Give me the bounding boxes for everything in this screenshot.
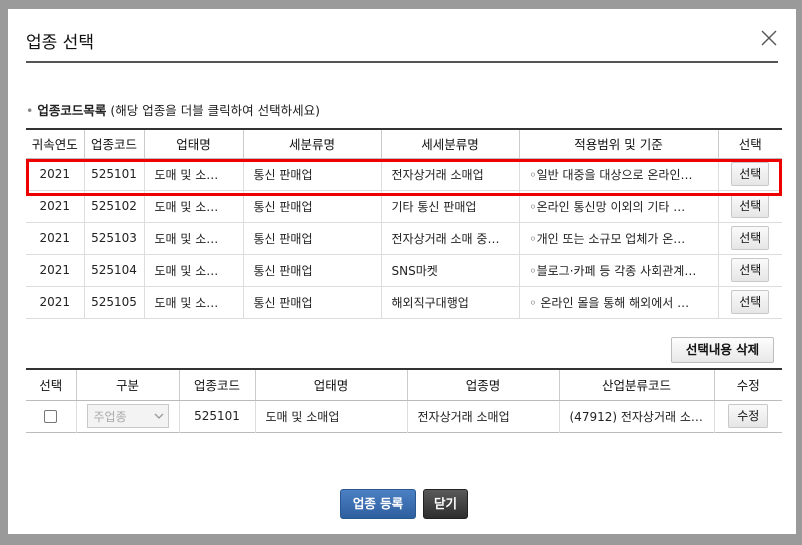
- header-divider: [26, 61, 778, 63]
- code-list-title: 업종코드목록: [37, 103, 107, 118]
- col-business: 업태명: [255, 369, 408, 401]
- col-check: 선택: [26, 369, 77, 401]
- industry-select-modal: 업종 선택 • 업종코드목록 (해당 업종을 더블 클릭하여 선택하세요) 귀속연…: [8, 9, 796, 534]
- col-subsubclass: 세세분류명: [381, 129, 520, 159]
- select-button[interactable]: 선택: [731, 290, 770, 314]
- industry-code-table: 귀속연도 업종코드 업태명 세분류명 세세분류명 적용범위 및 기준 선택 20…: [26, 128, 782, 319]
- cell-scope: ◦일반 대중을 대상으로 온라인…: [519, 158, 719, 191]
- select-button[interactable]: 선택: [731, 162, 770, 186]
- delete-selection-button[interactable]: 선택내용 삭제: [671, 337, 774, 363]
- table-row[interactable]: 2021 525104 도매 및 소… 통신 판매업 SNS마켓 ◦블로그·카페…: [26, 254, 782, 287]
- cell-name: 전자상거래 소매업: [407, 400, 560, 432]
- table-header-row: 귀속연도 업종코드 업태명 세분류명 세세분류명 적용범위 및 기준 선택: [26, 129, 782, 159]
- cell-year: 2021: [26, 190, 85, 223]
- cell-business: 도매 및 소…: [144, 222, 244, 255]
- modal-header: 업종 선택: [8, 9, 796, 63]
- edit-button[interactable]: 수정: [728, 404, 769, 428]
- cell-code: 525105: [84, 286, 145, 319]
- cell-code: 525104: [84, 254, 145, 287]
- col-code: 업종코드: [84, 129, 145, 159]
- cell-subclass: 통신 판매업: [243, 190, 382, 223]
- cell-scope: ◦온라인 통신망 이외의 기타 …: [519, 190, 719, 223]
- col-subclass: 세분류명: [243, 129, 382, 159]
- cell-code: 525102: [84, 190, 145, 223]
- col-edit: 수정: [714, 369, 782, 401]
- selected-industry-table: 선택 구분 업종코드 업태명 업종명 산업분류코드 수정 주업종 525101: [26, 368, 782, 433]
- col-name: 업종명: [407, 369, 560, 401]
- cell-code: 525101: [179, 400, 256, 432]
- cell-scope: ◦ 온라인 몰을 통해 해외에서 …: [519, 286, 719, 319]
- cell-subclass: 통신 판매업: [243, 158, 382, 191]
- cell-year: 2021: [26, 158, 85, 191]
- code-list-hint: (해당 업종을 더블 클릭하여 선택하세요): [110, 103, 321, 118]
- table-row[interactable]: 2021 525103 도매 및 소… 통신 판매업 전자상거래 소매 중… ◦…: [26, 222, 782, 255]
- background-page-top: [0, 0, 802, 9]
- cell-year: 2021: [26, 222, 85, 255]
- cell-subclass: 통신 판매업: [243, 222, 382, 255]
- cell-scope: ◦개인 또는 소규모 업체가 온…: [519, 222, 719, 255]
- col-select: 선택: [718, 129, 782, 159]
- cell-subsubclass: SNS마켓: [381, 254, 520, 287]
- cell-subsubclass: 전자상거래 소매업: [381, 158, 520, 191]
- cell-business: 도매 및 소…: [144, 158, 244, 191]
- table-header-row: 선택 구분 업종코드 업태명 업종명 산업분류코드 수정: [26, 369, 782, 401]
- table-row[interactable]: 2021 525102 도매 및 소… 통신 판매업 기타 통신 판매업 ◦온라…: [26, 190, 782, 223]
- cell-subsubclass: 기타 통신 판매업: [381, 190, 520, 223]
- cell-subclass: 통신 판매업: [243, 254, 382, 287]
- col-industry-code: 산업분류코드: [559, 369, 715, 401]
- cell-code: 525101: [84, 158, 145, 191]
- select-button[interactable]: 선택: [731, 226, 770, 250]
- code-list-label: • 업종코드목록 (해당 업종을 더블 클릭하여 선택하세요): [26, 100, 320, 119]
- chevron-down-icon: [154, 413, 163, 419]
- background-page-left: [0, 9, 8, 545]
- register-industry-button[interactable]: 업종 등록: [340, 489, 416, 519]
- cell-scope: ◦블로그·카페 등 각종 사회관계…: [519, 254, 719, 287]
- modal-title: 업종 선택: [26, 33, 94, 53]
- table-row: 주업종 525101 도매 및 소매업 전자상거래 소매업 (47912) 전자…: [26, 400, 782, 432]
- table-row[interactable]: 2021 525101 도매 및 소… 통신 판매업 전자상거래 소매업 ◦일반…: [26, 158, 782, 191]
- type-dropdown-value: 주업종: [93, 409, 127, 424]
- select-button[interactable]: 선택: [731, 194, 770, 218]
- select-button[interactable]: 선택: [731, 258, 770, 282]
- close-icon[interactable]: [758, 27, 780, 49]
- table-row[interactable]: 2021 525105 도매 및 소… 통신 판매업 해외직구대행업 ◦ 온라인…: [26, 286, 782, 319]
- col-year: 귀속연도: [26, 129, 85, 159]
- cell-business: 도매 및 소매업: [255, 400, 408, 432]
- type-dropdown[interactable]: 주업종: [86, 404, 169, 428]
- col-code: 업종코드: [179, 369, 256, 401]
- cell-code: 525103: [84, 222, 145, 255]
- cell-business: 도매 및 소…: [144, 254, 244, 287]
- close-button[interactable]: 닫기: [423, 489, 468, 519]
- col-business: 업태명: [144, 129, 244, 159]
- cell-year: 2021: [26, 286, 85, 319]
- col-type: 구분: [76, 369, 180, 401]
- cell-subsubclass: 해외직구대행업: [381, 286, 520, 319]
- cell-year: 2021: [26, 254, 85, 287]
- cell-subclass: 통신 판매업: [243, 286, 382, 319]
- cell-industry-code: (47912) 전자상거래 소…: [559, 400, 715, 432]
- cell-business: 도매 및 소…: [144, 190, 244, 223]
- col-scope: 적용범위 및 기준: [519, 129, 719, 159]
- background-page-right: [796, 9, 802, 545]
- background-page-bottom: [0, 534, 802, 545]
- cell-subsubclass: 전자상거래 소매 중…: [381, 222, 520, 255]
- row-checkbox[interactable]: [44, 410, 58, 423]
- cell-business: 도매 및 소…: [144, 286, 244, 319]
- bullet-icon: •: [26, 103, 34, 118]
